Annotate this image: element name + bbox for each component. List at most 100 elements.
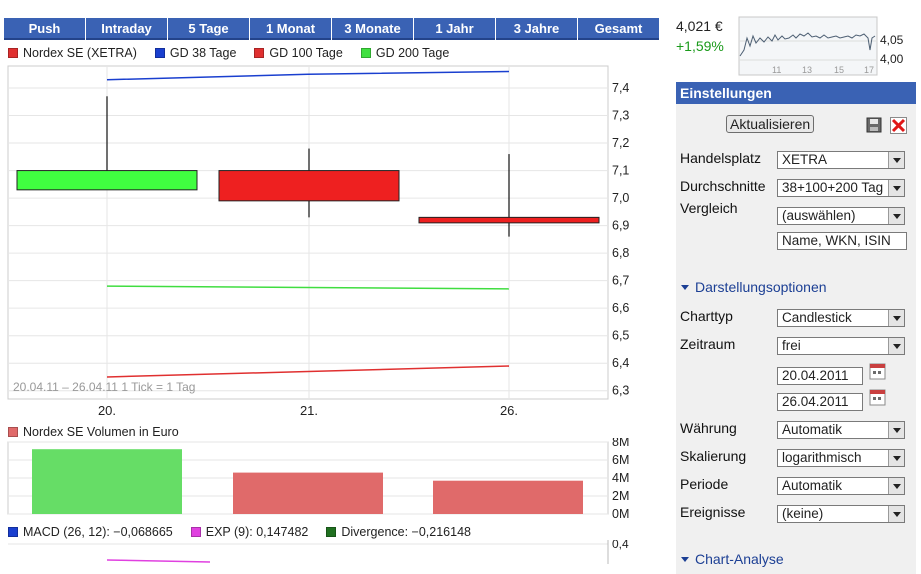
- calendar-icon[interactable]: [869, 363, 887, 381]
- chart-analyse-toggle[interactable]: Chart-Analyse: [681, 551, 784, 567]
- sparkline-x-tick: 11: [772, 65, 781, 75]
- charttyp-value: Candlestick: [782, 310, 852, 325]
- quote-price: 4,021 €: [676, 18, 723, 34]
- y-tick-label: 7,2: [612, 136, 629, 150]
- legend-item-divergence: Divergence: −0,216148: [326, 525, 471, 539]
- refresh-button[interactable]: Aktualisieren: [726, 115, 815, 133]
- legend-swatch-macd: [8, 527, 18, 537]
- candle-body: [418, 216, 600, 224]
- y-tick-label: 6,8: [612, 246, 629, 260]
- chevron-down-icon: [888, 208, 904, 224]
- darstellungsoptionen-label: Darstellungsoptionen: [695, 279, 827, 295]
- settings-panel-title: Einstellungen: [676, 82, 916, 104]
- y-tick-label: 7,1: [612, 164, 629, 178]
- y-tick-label: 6,7: [612, 274, 629, 288]
- legend-swatch-gd38: [154, 48, 165, 58]
- legend-swatch-gd100: [254, 48, 265, 58]
- volume-bar: [32, 449, 182, 514]
- delete-icon[interactable]: [890, 117, 907, 134]
- candle-body: [16, 170, 198, 191]
- tab-1-jahr[interactable]: 1 Jahr: [414, 18, 495, 40]
- date-to-input[interactable]: 26.04.2011: [777, 393, 863, 411]
- macd-legend: MACD (26, 12): −0,068665 EXP (9): 0,1474…: [8, 525, 489, 539]
- waehrung-select[interactable]: Automatik: [777, 421, 905, 439]
- legend-item-price: Nordex SE (XETRA): [8, 46, 137, 60]
- volume-y-tick-label: 2M: [612, 489, 629, 503]
- calendar-icon[interactable]: [869, 389, 887, 407]
- sparkline-x-tick: 13: [802, 65, 812, 75]
- mini-sparkline-chart[interactable]: 11 13 15 17 4,05 4,00: [738, 16, 918, 78]
- legend-label-gd200: GD 200 Tage: [375, 46, 450, 60]
- legend-label-exp: EXP (9): 0,147482: [205, 525, 309, 539]
- y-tick-label: 7,0: [612, 191, 629, 205]
- volume-chart[interactable]: 8M 6M 4M 2M 0M: [0, 438, 660, 522]
- chevron-down-icon: [888, 450, 904, 466]
- zeitraum-select[interactable]: frei: [777, 337, 905, 355]
- tab-3-jahre[interactable]: 3 Jahre: [496, 18, 577, 40]
- y-tick-label: 6,4: [612, 356, 629, 370]
- date-range-note: 20.04.11 – 26.04.11 1 Tick = 1 Tag: [13, 380, 195, 394]
- ereignisse-select[interactable]: (keine): [777, 505, 905, 523]
- candle-body: [218, 170, 400, 202]
- skalierung-label: Skalierung: [680, 448, 747, 464]
- periode-label: Periode: [680, 476, 729, 492]
- skalierung-value: logarithmisch: [782, 450, 862, 465]
- tab-1-monat[interactable]: 1 Monat: [250, 18, 331, 40]
- price-chart[interactable]: 7,4 7,3 7,2 7,1 7,0 6,9 6,8 6,7 6,6 6,5 6,4 6,3 20. 2…: [0, 62, 660, 422]
- x-tick-label: 26.: [500, 403, 518, 418]
- tab-intraday[interactable]: Intraday: [86, 18, 167, 40]
- quote-change: +1,59%: [676, 38, 724, 54]
- sparkline-y-tick: 4,05: [880, 33, 904, 47]
- waehrung-value: Automatik: [782, 422, 843, 437]
- ereignisse-value: (keine): [782, 506, 824, 521]
- charttyp-select[interactable]: Candlestick: [777, 309, 905, 327]
- legend-item-gd100: GD 100 Tage: [254, 46, 343, 60]
- main-chart-legend: Nordex SE (XETRA) GD 38 Tage GD 100 Tage…: [8, 46, 467, 60]
- save-icon[interactable]: [866, 117, 882, 133]
- volume-y-tick-label: 6M: [612, 453, 629, 467]
- skalierung-select[interactable]: logarithmisch: [777, 449, 905, 467]
- legend-swatch-divergence: [326, 527, 337, 537]
- sparkline-x-tick: 17: [864, 65, 874, 75]
- volume-bar: [433, 480, 583, 514]
- legend-label-macd: MACD (26, 12): −0,068665: [23, 525, 173, 539]
- periode-value: Automatik: [782, 478, 843, 493]
- chevron-down-icon: [888, 506, 904, 522]
- y-tick-label: 7,4: [612, 81, 629, 95]
- chevron-down-icon: [888, 478, 904, 494]
- chevron-down-icon: [888, 338, 904, 354]
- chevron-down-icon: [888, 422, 904, 438]
- macd-chart[interactable]: 0,4: [0, 540, 660, 564]
- legend-item-gd38: GD 38 Tage: [154, 46, 236, 60]
- durchschnitte-select[interactable]: 38+100+200 Tag: [777, 179, 905, 197]
- legend-item-exp: EXP (9): 0,147482: [190, 525, 309, 539]
- tab-3-monate[interactable]: 3 Monate: [332, 18, 413, 40]
- legend-swatch-volume: [8, 427, 18, 437]
- tab-gesamt[interactable]: Gesamt: [578, 18, 659, 40]
- sparkline-x-tick: 15: [834, 65, 844, 75]
- volume-y-tick-label: 8M: [612, 438, 629, 449]
- macd-exp-line: [106, 559, 211, 563]
- vergleich-search-input[interactable]: Name, WKN, ISIN: [777, 232, 907, 250]
- durchschnitte-label: Durchschnitte: [680, 178, 766, 194]
- handelsplatz-label: Handelsplatz: [680, 150, 761, 166]
- macd-y-tick: 0,4: [612, 540, 629, 551]
- triangle-down-icon: [681, 556, 689, 562]
- vergleich-select[interactable]: (auswählen): [777, 207, 905, 225]
- x-tick-label: 21.: [300, 403, 318, 418]
- vergleich-label: Vergleich: [680, 200, 738, 216]
- date-from-input[interactable]: 20.04.2011: [777, 367, 863, 385]
- chart-analyse-label: Chart-Analyse: [695, 551, 784, 567]
- tab-5-tage[interactable]: 5 Tage: [168, 18, 249, 40]
- zeitraum-value: frei: [782, 338, 801, 353]
- handelsplatz-select[interactable]: XETRA: [777, 151, 905, 169]
- legend-swatch-gd200: [360, 48, 371, 58]
- legend-label-divergence: Divergence: −0,216148: [341, 525, 471, 539]
- period-tab-bar: Push Intraday 5 Tage 1 Monat 3 Monate 1 …: [4, 18, 659, 40]
- triangle-down-icon: [681, 284, 689, 290]
- ereignisse-label: Ereignisse: [680, 504, 746, 520]
- y-tick-label: 6,6: [612, 301, 629, 315]
- darstellungsoptionen-toggle[interactable]: Darstellungsoptionen: [681, 279, 827, 295]
- tab-push[interactable]: Push: [4, 18, 85, 40]
- periode-select[interactable]: Automatik: [777, 477, 905, 495]
